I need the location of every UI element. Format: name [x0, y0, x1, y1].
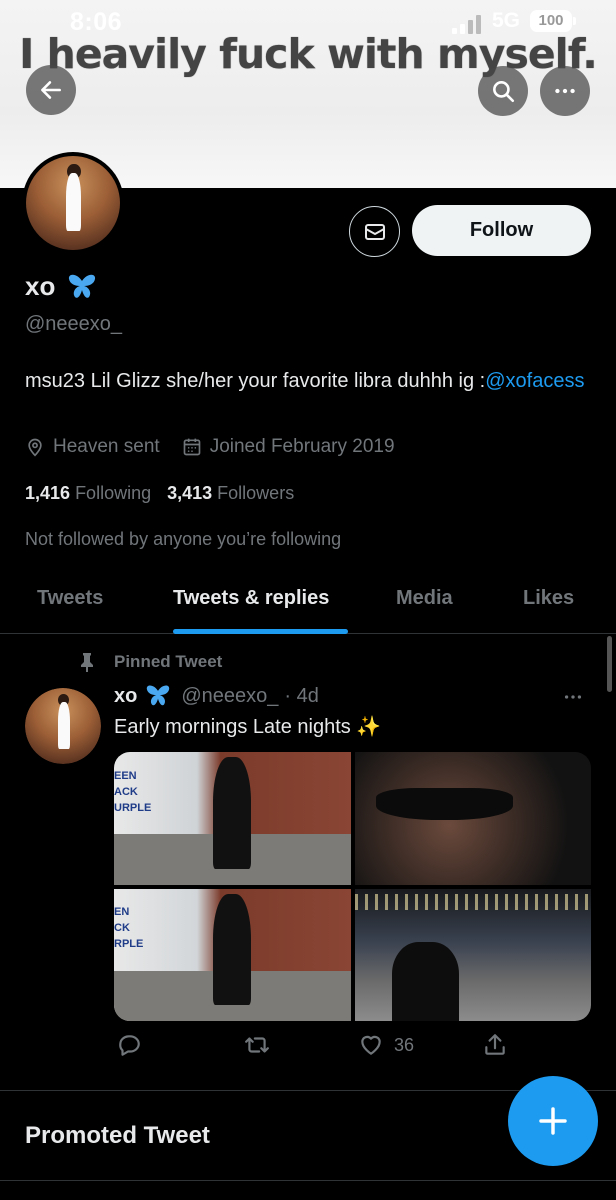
profile-meta: Heaven sent Joined February 2019: [25, 436, 417, 458]
tweet-avatar[interactable]: [25, 688, 101, 764]
search-icon: [493, 81, 515, 103]
tweet-time: · 4d: [284, 684, 319, 707]
status-time: 8:06: [70, 8, 123, 36]
followers-stat[interactable]: 3,413 Followers: [167, 483, 294, 504]
more-icon: [564, 695, 582, 699]
butterfly-icon: [147, 685, 170, 706]
compose-tweet-button[interactable]: [508, 1076, 598, 1166]
profile-stats: 1,416 Following 3,413 Followers: [25, 483, 310, 504]
reply-button[interactable]: [116, 1032, 142, 1058]
more-icon: [555, 88, 575, 94]
pinned-label: Pinned Tweet: [114, 652, 223, 671]
tweet-avatar-image: [25, 688, 101, 764]
following-stat[interactable]: 1,416 Following: [25, 483, 151, 504]
pinned-indicator: Pinned Tweet: [78, 652, 222, 672]
tab-tweets-replies[interactable]: Tweets & replies: [173, 587, 329, 610]
pin-icon: [81, 653, 93, 672]
active-tab-indicator: [173, 629, 348, 634]
location-text: Heaven sent: [53, 436, 160, 457]
tweet-photo-3[interactable]: EN CK RPLE: [114, 888, 351, 1021]
tweet-more-button[interactable]: [562, 686, 584, 714]
promoted-tweet-heading: Promoted Tweet: [25, 1122, 210, 1149]
butterfly-icon: [69, 274, 96, 298]
more-options-button[interactable]: [540, 66, 590, 116]
location-icon: [28, 438, 42, 457]
join-date: Joined February 2019: [182, 436, 395, 458]
follow-button[interactable]: Follow: [412, 205, 591, 256]
bio-link[interactable]: @xofacess: [485, 370, 584, 392]
share-button[interactable]: [482, 1032, 508, 1058]
retweet-button[interactable]: [244, 1032, 270, 1058]
tweet-photo-4[interactable]: [354, 888, 591, 1021]
tweet-photo-2[interactable]: [354, 752, 591, 885]
calendar-icon: [183, 438, 201, 456]
bio-text: msu23 Lil Glizz she/her your favorite li…: [25, 370, 486, 392]
tab-tweets[interactable]: Tweets: [37, 587, 103, 610]
message-button[interactable]: [349, 206, 400, 257]
profile-handle: @neeexo_: [25, 313, 123, 335]
compose-plus-icon: [539, 1107, 567, 1135]
tweet-header: xo @neeexo_ · 4d: [114, 684, 319, 708]
divider: [0, 1180, 616, 1181]
avatar-image: [26, 156, 120, 250]
profile-display-name: xo: [25, 271, 97, 302]
following-count: 1,416: [25, 483, 71, 503]
tweet-author-name[interactable]: xo: [114, 685, 137, 708]
tweet-media-grid: EEN ACK URPLE EN CK RPLE: [114, 752, 591, 1021]
tweet-photo-1[interactable]: EEN ACK URPLE: [114, 752, 351, 885]
retweet-icon: [245, 1037, 269, 1053]
display-name-text: xo: [25, 271, 56, 301]
profile-bio: msu23 Lil Glizz she/her your favorite li…: [25, 366, 585, 396]
share-icon: [485, 1034, 505, 1055]
reply-icon: [119, 1035, 140, 1056]
search-button[interactable]: [478, 66, 528, 116]
scrollbar[interactable]: [607, 636, 612, 692]
mail-icon: [364, 223, 385, 240]
back-arrow-icon: [41, 81, 61, 99]
profile-avatar[interactable]: [22, 152, 124, 254]
followers-label: Followers: [217, 483, 295, 503]
location: Heaven sent: [25, 436, 160, 458]
signal-icon: [452, 14, 486, 34]
battery-icon: 100: [530, 10, 576, 32]
like-icon: [361, 1035, 381, 1055]
back-button[interactable]: [26, 65, 76, 115]
tweet-text: Early mornings Late nights ✨: [114, 716, 382, 738]
like-count: 36: [394, 1034, 415, 1055]
tweet-actions: 36: [114, 1032, 591, 1062]
tweet-author-handle[interactable]: @neeexo_: [181, 685, 278, 708]
tab-likes[interactable]: Likes: [523, 587, 574, 610]
following-label: Following: [75, 483, 152, 503]
followers-count: 3,413: [167, 483, 213, 503]
status-bar: 8:06 5G 100: [0, 0, 616, 44]
profile-tabs: Tweets Tweets & replies Media Likes: [0, 570, 616, 634]
followed-by-text: Not followed by anyone you’re following: [25, 529, 342, 549]
like-button[interactable]: 36: [358, 1032, 414, 1058]
join-date-text: Joined February 2019: [209, 436, 395, 457]
tab-media[interactable]: Media: [396, 587, 453, 610]
network-label: 5G: [492, 9, 521, 32]
